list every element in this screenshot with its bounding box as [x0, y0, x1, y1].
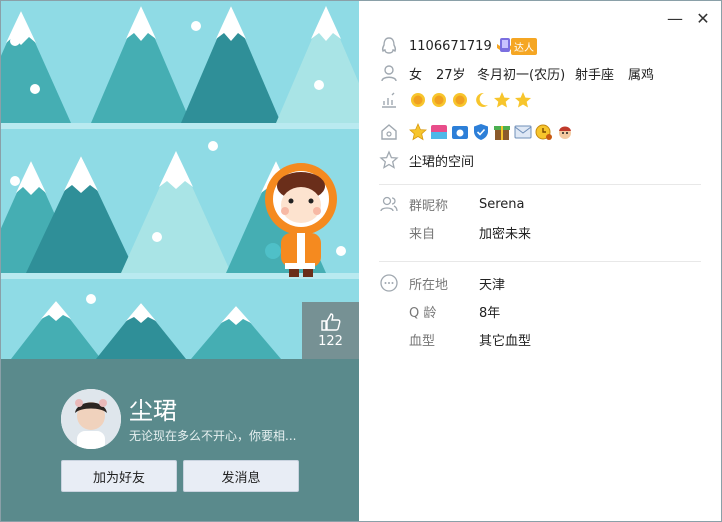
constellation: 射手座: [575, 67, 615, 83]
location-value: 天津: [479, 277, 506, 293]
group-from-value: 加密未来: [479, 226, 532, 242]
mail-icon[interactable]: [514, 123, 532, 141]
personal-info-row: 女 27岁 冬月初一(农历) 射手座 属鸡: [359, 62, 721, 84]
location-label: 所在地: [409, 277, 449, 293]
group-from-label: 来自: [409, 226, 436, 242]
person-icon: [381, 65, 397, 82]
house-icon: [381, 124, 397, 140]
qage-label: Q 龄: [409, 305, 437, 321]
sun-icon: [411, 93, 425, 107]
services-row: [359, 121, 721, 143]
avatar-image: [61, 389, 121, 449]
level-icons[interactable]: [409, 91, 535, 109]
clock-icon[interactable]: [535, 123, 553, 141]
moon-icon: [476, 92, 488, 107]
blood-value: 其它血型: [479, 333, 532, 349]
birthday: 冬月初一(农历): [477, 67, 566, 83]
talent-badge-label: 达人: [511, 37, 537, 55]
star-icon: [515, 92, 531, 108]
profile-info-panel: — ✕ 1106671719 达人 女 27岁 冬月初一(农历) 射手座 属鸡 …: [359, 1, 721, 521]
space-link[interactable]: 尘珺的空间: [409, 151, 474, 170]
service-icons[interactable]: [409, 123, 577, 141]
age: 27岁: [436, 67, 466, 83]
penguin-icon: [381, 37, 397, 54]
group-nick-row: 群昵称 Serena: [359, 193, 721, 215]
like-button[interactable]: 122: [302, 302, 359, 359]
divider: [379, 261, 701, 262]
qq-number-row: 1106671719 达人: [359, 35, 721, 57]
group-from-row: 来自 加密未来: [359, 221, 721, 243]
nickname: 尘珺: [129, 397, 177, 425]
star-outline-icon: [379, 150, 399, 169]
sun-icon: [432, 93, 446, 107]
app-icon[interactable]: [430, 123, 448, 141]
qage-value: 8年: [479, 305, 501, 321]
camera-icon[interactable]: [451, 123, 469, 141]
sun-icon: [453, 93, 467, 107]
send-message-button[interactable]: 发消息: [183, 460, 299, 492]
group-nick-value: Serena: [479, 196, 525, 212]
talent-badge[interactable]: 达人: [497, 36, 537, 56]
yellow-star-icon[interactable]: [409, 123, 427, 141]
signature: 无论现在多么不开心，你要相...: [129, 429, 297, 443]
star-icon: [494, 92, 510, 108]
like-count: 122: [318, 334, 343, 349]
zodiac: 属鸡: [628, 67, 655, 83]
qage-row: Q 龄 8年: [359, 300, 721, 322]
gift-icon[interactable]: [493, 123, 511, 141]
group-nick-label: 群昵称: [409, 198, 449, 214]
profile-summary: 尘珺 无论现在多么不开心，你要相... 加为好友 发消息: [1, 359, 359, 521]
character-icon[interactable]: [556, 123, 574, 141]
location-row: 所在地 天津: [359, 272, 721, 294]
qq-number: 1106671719: [409, 38, 492, 54]
shield-icon[interactable]: [472, 123, 490, 141]
divider: [379, 184, 701, 185]
level-chart-icon: [382, 92, 396, 108]
blood-label: 血型: [409, 333, 436, 349]
group-icon: [380, 196, 398, 212]
close-button[interactable]: ✕: [691, 9, 715, 29]
blood-row: 血型 其它血型: [359, 328, 721, 350]
add-friend-button[interactable]: 加为好友: [61, 460, 177, 492]
minimize-button[interactable]: —: [663, 9, 687, 29]
gender: 女: [409, 67, 423, 83]
profile-cover-panel: 122 尘珺 无论现在多么不开心，你要相... 加为好友 发消息: [1, 1, 359, 521]
thumbs-up-icon: [321, 313, 341, 331]
level-row: [359, 89, 721, 111]
more-icon: [380, 274, 398, 292]
avatar[interactable]: [61, 389, 121, 449]
space-row: 尘珺的空间: [359, 149, 721, 171]
profile-window: 122 尘珺 无论现在多么不开心，你要相... 加为好友 发消息 — ✕ 110…: [0, 0, 722, 522]
